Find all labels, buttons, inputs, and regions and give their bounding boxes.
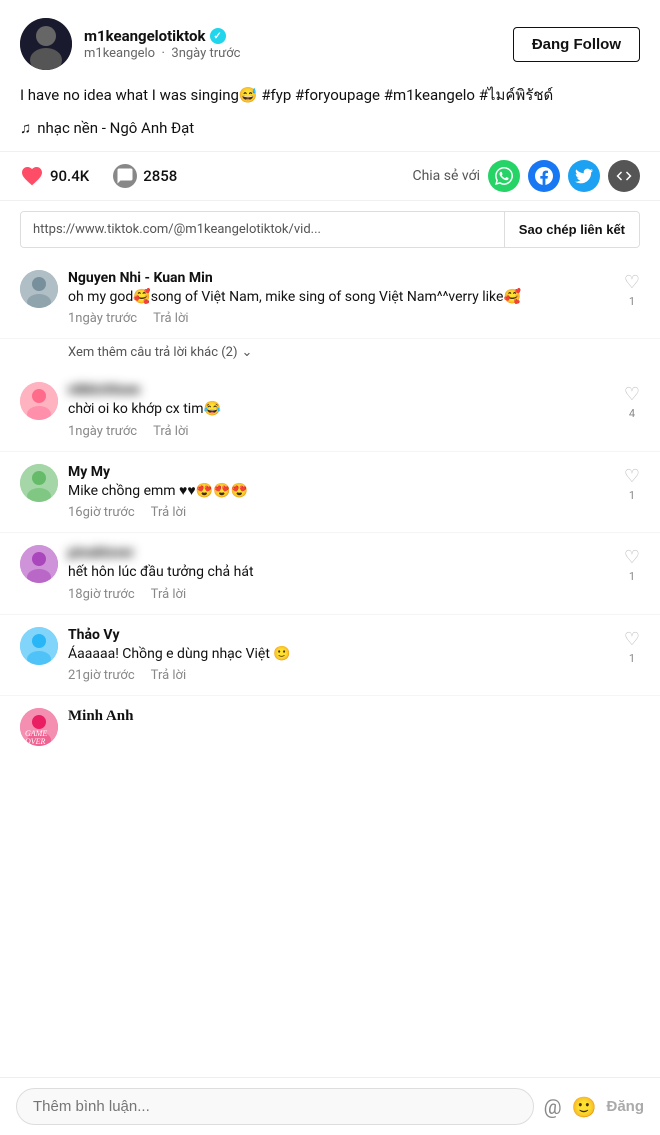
table-row: Nguyen Nhi - Kuan Min oh my god🥰song of … <box>0 258 660 340</box>
comment-meta: 18giờ trước Trả lời <box>68 587 640 602</box>
avatar <box>20 545 58 583</box>
chevron-down-icon: ⌄ <box>242 345 253 360</box>
comment-time: 1ngày trước <box>68 311 137 326</box>
avatar <box>20 627 58 665</box>
comment-text: hết hôn lúc đầu tưởng chả hát <box>68 563 640 583</box>
comment-heart-icon: ♡ <box>624 384 640 405</box>
author-handle-time: m1keangelo · 3ngày trước <box>84 46 240 61</box>
comment-like-count: 1 <box>629 295 635 308</box>
comment-like-count: 1 <box>629 570 635 583</box>
comment-username[interactable]: Minh Anh <box>68 708 640 725</box>
comment-heart-icon: ♡ <box>624 629 640 650</box>
comment-like[interactable]: ♡ 1 <box>624 547 640 583</box>
table-row: pinuklover hết hôn lúc đầu tưởng chả hát… <box>0 533 660 615</box>
share-icons <box>488 160 640 192</box>
comment-username-blurred[interactable]: nikkichloee <box>68 382 640 398</box>
facebook-share-icon[interactable] <box>528 160 560 192</box>
avatar <box>20 270 58 308</box>
heart-icon <box>20 164 44 188</box>
comment-meta: 1ngày trước Trả lời <box>68 311 640 326</box>
avatar <box>20 382 58 420</box>
stats-row: 90.4K 2858 Chia sẻ với <box>0 151 660 201</box>
comment-input-bar: @ 🙂 Đăng <box>0 1077 660 1135</box>
author-username[interactable]: m1keangelotiktok <box>84 27 206 45</box>
reply-button[interactable]: Trả lời <box>153 311 188 326</box>
comment-username[interactable]: Thảo Vy <box>68 627 640 643</box>
comment-username-blurred[interactable]: pinuklover <box>68 545 640 561</box>
comment-bubble-icon <box>113 164 137 188</box>
copy-link-button[interactable]: Sao chép liên kết <box>504 212 639 247</box>
comment-meta: 1ngày trước Trả lời <box>68 424 640 439</box>
comment-text: Áaaaaa! Chồng e dùng nhạc Việt 🙂 <box>68 645 640 665</box>
avatar <box>20 464 58 502</box>
comment-text: chời oi ko khớp cx tim😂 <box>68 400 640 420</box>
comment-heart-icon: ♡ <box>624 547 640 568</box>
comments-section: Nguyen Nhi - Kuan Min oh my god🥰song of … <box>0 258 660 759</box>
comment-text: Mike chồng emm ♥♥😍😍😍 <box>68 482 640 502</box>
comment-like-count: 4 <box>629 407 635 420</box>
view-more-replies[interactable]: Xem thêm câu trả lời khác (2) ⌄ <box>0 339 660 370</box>
comment-heart-icon: ♡ <box>624 272 640 293</box>
emoji-icon[interactable]: 🙂 <box>572 1095 597 1119</box>
comment-text: oh my god🥰song of Việt Nam, mike sing of… <box>68 288 640 308</box>
comment-heart-icon: ♡ <box>624 466 640 487</box>
author-avatar[interactable] <box>20 18 72 70</box>
comment-like[interactable]: ♡ 1 <box>624 466 640 502</box>
comment-like[interactable]: ♡ 1 <box>624 272 640 308</box>
twitter-share-icon[interactable] <box>568 160 600 192</box>
comment-username[interactable]: Nguyen Nhi - Kuan Min <box>68 270 640 286</box>
url-bar: https://www.tiktok.com/@m1keangelotiktok… <box>20 211 640 248</box>
comment-username[interactable]: My My <box>68 464 640 480</box>
comment-meta: 16giờ trước Trả lời <box>68 505 640 520</box>
reply-button[interactable]: Trả lời <box>151 587 186 602</box>
mention-icon[interactable]: @ <box>544 1095 562 1119</box>
comment-time: 21giờ trước <box>68 668 135 683</box>
table-row: GAME OVER Minh Anh <box>0 696 660 758</box>
comment-like-count: 1 <box>629 652 635 665</box>
comment-time: 16giờ trước <box>68 505 135 520</box>
comments-stat[interactable]: 2858 <box>113 164 177 188</box>
reply-button[interactable]: Trả lời <box>151 505 186 520</box>
music-label: nhạc nền - Ngô Anh Đạt <box>37 119 194 137</box>
likes-count: 90.4K <box>50 167 89 185</box>
comment-time: 18giờ trước <box>68 587 135 602</box>
reply-button[interactable]: Trả lời <box>151 668 186 683</box>
table-row: My My Mike chồng emm ♥♥😍😍😍 16giờ trước T… <box>0 452 660 534</box>
embed-share-icon[interactable] <box>608 160 640 192</box>
post-music[interactable]: ♫ nhạc nền - Ngô Anh Đạt <box>0 115 660 151</box>
post-comment-button[interactable]: Đăng <box>607 1098 645 1115</box>
comments-count: 2858 <box>143 167 177 185</box>
url-text: https://www.tiktok.com/@m1keangelotiktok… <box>21 212 504 247</box>
svg-text:OVER: OVER <box>25 737 46 746</box>
post-header: m1keangelotiktok ✓ m1keangelo · 3ngày tr… <box>0 0 660 80</box>
comment-like[interactable]: ♡ 1 <box>624 629 640 665</box>
table-row: Thảo Vy Áaaaaa! Chồng e dùng nhạc Việt 🙂… <box>0 615 660 697</box>
likes-stat[interactable]: 90.4K <box>20 164 89 188</box>
comment-like-count: 1 <box>629 489 635 502</box>
music-note-icon: ♫ <box>20 119 31 137</box>
comment-time: 1ngày trước <box>68 424 137 439</box>
avatar: GAME OVER <box>20 708 58 746</box>
verified-icon: ✓ <box>210 28 226 44</box>
follow-button[interactable]: Đang Follow <box>513 27 640 62</box>
table-row: nikkichloee chời oi ko khớp cx tim😂 1ngà… <box>0 370 660 452</box>
share-label: Chia sẻ với <box>412 168 480 184</box>
comment-input[interactable] <box>16 1088 534 1125</box>
comment-like[interactable]: ♡ 4 <box>624 384 640 420</box>
post-caption: I have no idea what I was singing😅 #fyp … <box>0 80 660 115</box>
reply-button[interactable]: Trả lời <box>153 424 188 439</box>
whatsapp-share-icon[interactable] <box>488 160 520 192</box>
comment-meta: 21giờ trước Trả lời <box>68 668 640 683</box>
